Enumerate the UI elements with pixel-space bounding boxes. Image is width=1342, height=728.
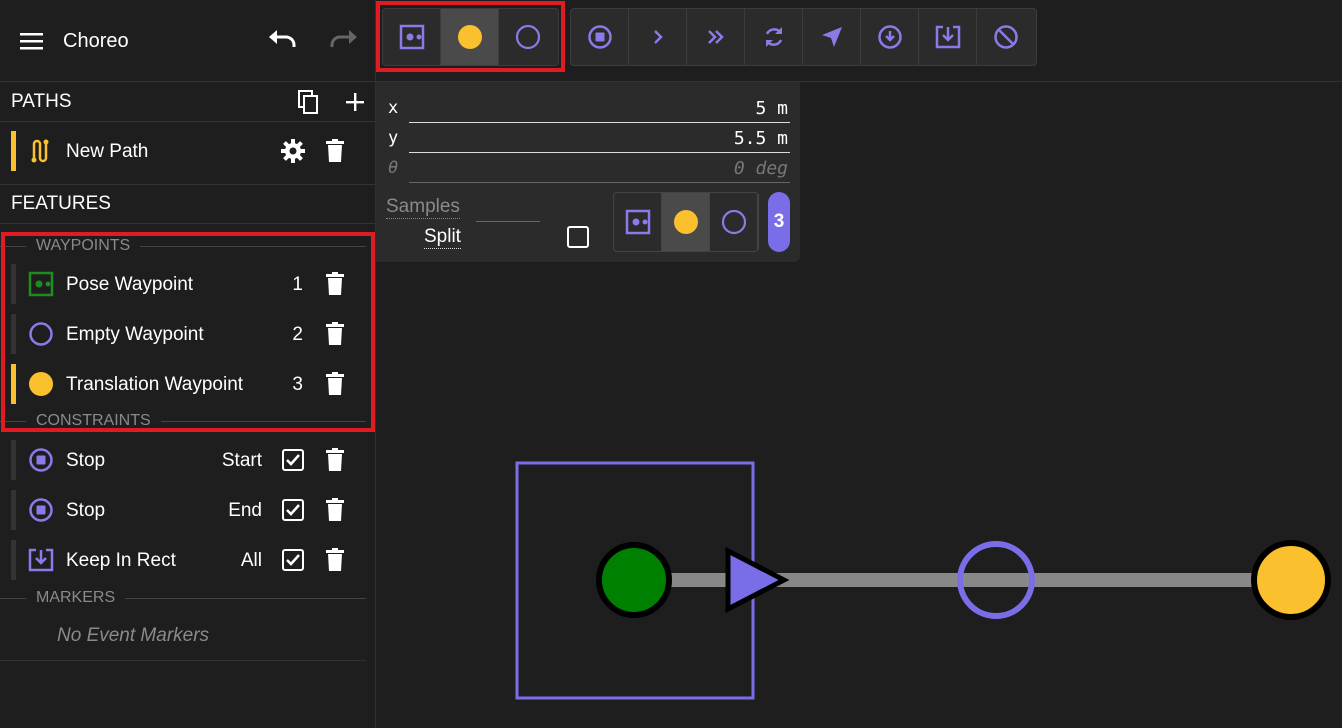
theta-value[interactable]: 0 deg (734, 158, 788, 179)
menu-icon[interactable] (19, 29, 45, 53)
waypoints-highlight (1, 232, 375, 432)
paths-header: PATHS (0, 82, 375, 122)
add-max-acceleration-button[interactable] (687, 9, 745, 65)
keep-in-rect-icon (935, 25, 960, 49)
duplicate-path-icon[interactable] (296, 89, 322, 115)
features-heading: FEATURES (11, 193, 111, 214)
x-value[interactable]: 5 m (755, 98, 788, 119)
set-translation-type-button[interactable] (662, 193, 710, 251)
split-label: Split (424, 226, 461, 249)
pose-waypoint-icon (625, 209, 650, 235)
stop-icon (29, 498, 53, 522)
enabled-checkbox[interactable] (281, 548, 305, 572)
constraint-item-stop-end[interactable]: Stop End (11, 490, 366, 530)
delete-path-icon[interactable] (324, 138, 346, 164)
pose-waypoint-marker[interactable] (596, 542, 672, 618)
active-indicator (11, 131, 16, 171)
constraint-scope: Start (221, 450, 262, 471)
waypoint-properties-panel: x 5 m y 5.5 m θ 0 deg Samples Split 3 (376, 82, 800, 262)
stop-icon (587, 25, 612, 49)
add-keep-in-circle-button[interactable] (861, 9, 919, 65)
samples-label: Samples (386, 196, 460, 219)
constraint-toolbar (570, 8, 1037, 66)
path-item-new-path[interactable]: New Path (11, 131, 366, 171)
constraint-scope: End (228, 500, 262, 521)
add-max-angular-velocity-button[interactable] (745, 9, 803, 65)
markers-subheading: MARKERS (0, 588, 366, 608)
enabled-checkbox[interactable] (281, 498, 305, 522)
keep-in-rect-icon (28, 548, 54, 572)
y-label: y (388, 128, 399, 148)
constraint-item-stop-start[interactable]: Stop Start (11, 440, 366, 480)
delete-icon[interactable] (324, 447, 346, 473)
add-stop-constraint-button[interactable] (571, 9, 629, 65)
add-keep-in-rect-button[interactable] (919, 9, 977, 65)
y-field[interactable]: y 5.5 m (388, 123, 790, 153)
rotate-icon (765, 27, 782, 47)
constraint-label: Stop (66, 500, 106, 521)
navigation-arrow-icon (821, 27, 842, 47)
block-icon (994, 25, 1018, 49)
field-canvas[interactable] (376, 262, 1342, 728)
keep-in-circle-icon (877, 25, 902, 49)
add-point-at-button[interactable] (803, 9, 861, 65)
add-path-icon[interactable] (342, 89, 368, 115)
x-field[interactable]: x 5 m (388, 93, 790, 123)
paths-heading: PATHS (11, 90, 72, 112)
divider (0, 660, 366, 661)
x-label: x (388, 98, 399, 118)
empty-waypoint-icon (721, 209, 746, 235)
set-empty-type-button[interactable] (710, 193, 758, 251)
waypoint-type-selector (613, 192, 759, 252)
constraint-item-keep-in-rect[interactable]: Keep In Rect All (11, 540, 366, 580)
constraint-label: Keep In Rect (66, 550, 176, 571)
add-keep-out-circle-button[interactable] (977, 9, 1035, 65)
path-item-label: New Path (66, 141, 149, 162)
sidebar: Choreo PATHS New Path FEATURES WAYPOINTS… (0, 0, 376, 728)
features-header: FEATURES (0, 184, 375, 224)
y-value[interactable]: 5.5 m (734, 128, 788, 149)
add-max-velocity-button[interactable] (629, 9, 687, 65)
translation-waypoint-icon (673, 210, 698, 234)
markers-empty-text: No Event Markers (57, 625, 210, 646)
waypoint-index-badge: 3 (768, 192, 790, 252)
theta-field[interactable]: θ 0 deg (388, 153, 790, 183)
samples-input[interactable] (476, 221, 540, 222)
delete-icon[interactable] (324, 547, 346, 573)
toolbar-highlight (376, 1, 565, 72)
translation-waypoint-marker[interactable] (1251, 540, 1331, 620)
gear-icon[interactable] (280, 138, 306, 164)
theta-label: θ (388, 158, 399, 178)
constraint-scope: All (240, 550, 262, 571)
app-title: Choreo (63, 30, 129, 52)
path-icon (31, 139, 49, 163)
set-pose-type-button[interactable] (614, 193, 662, 251)
redo-icon[interactable] (328, 28, 360, 56)
heading-arrow-icon[interactable] (725, 546, 790, 614)
delete-icon[interactable] (324, 497, 346, 523)
enabled-checkbox[interactable] (281, 448, 305, 472)
chevron-right-icon (653, 30, 663, 44)
stop-icon (29, 448, 53, 472)
undo-icon[interactable] (266, 28, 298, 56)
double-chevron-right-icon (707, 30, 724, 44)
app-bar: Choreo (0, 0, 375, 82)
constraint-label: Stop (66, 450, 106, 471)
split-checkbox[interactable] (566, 225, 590, 249)
